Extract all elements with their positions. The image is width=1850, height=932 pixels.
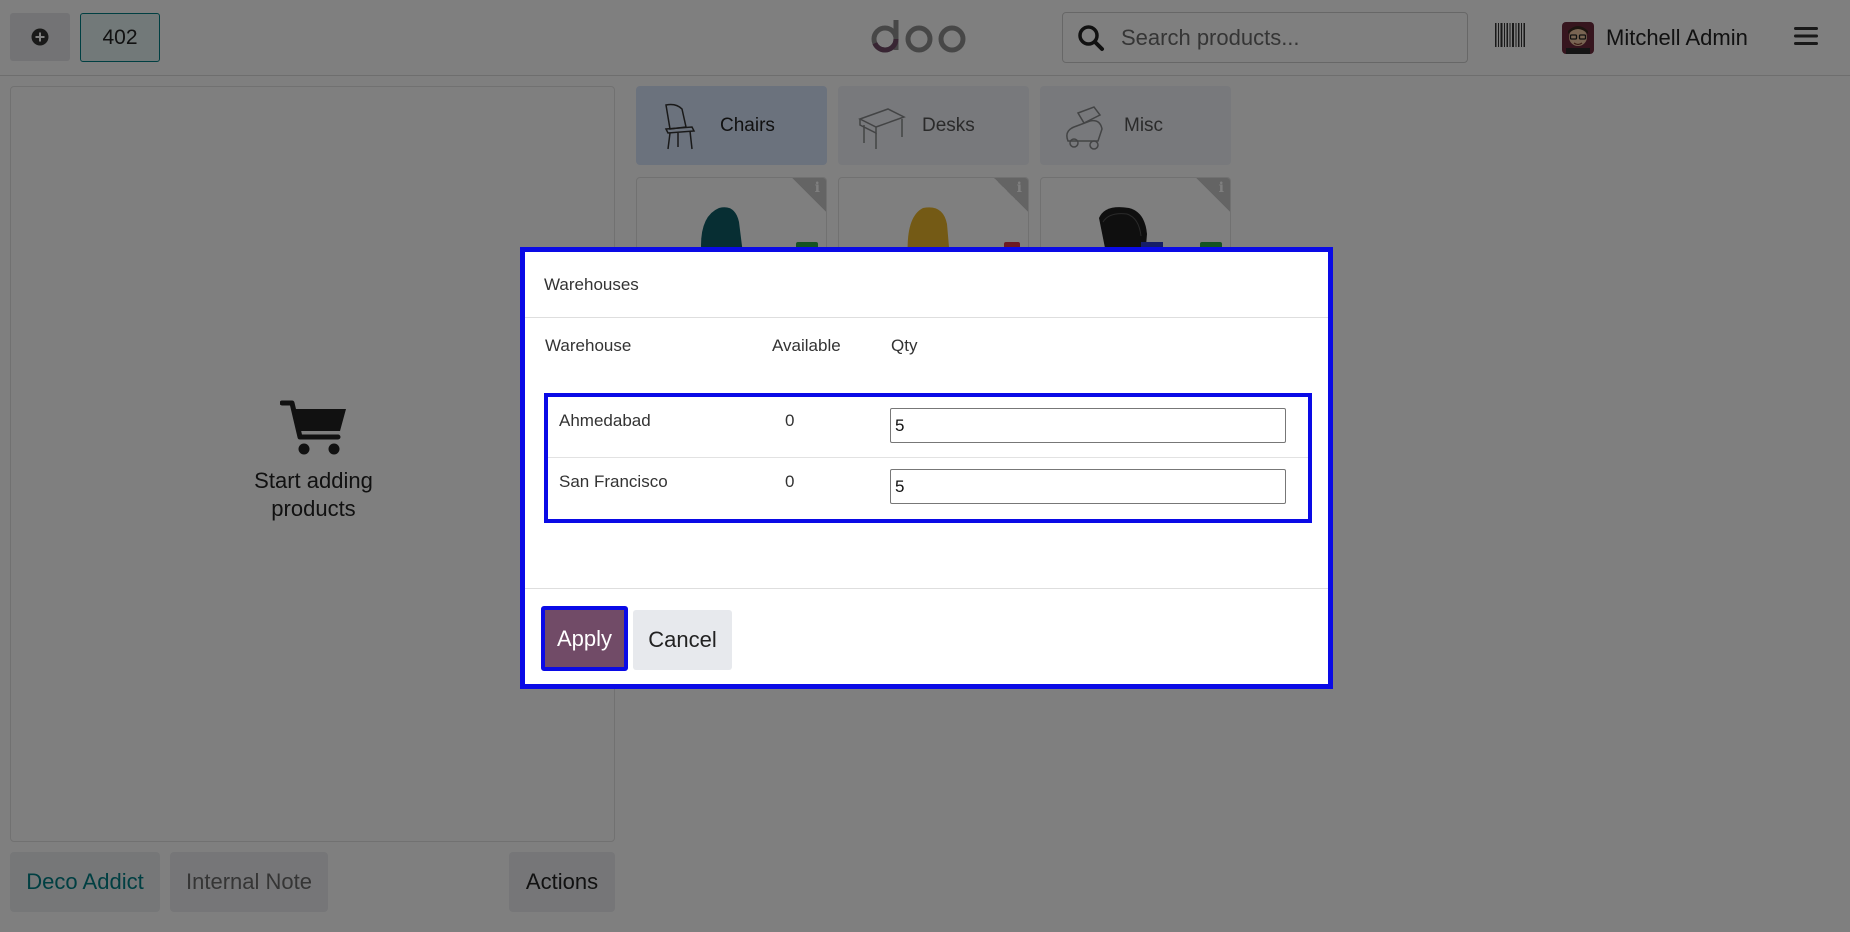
warehouse-name: Ahmedabad [559, 411, 651, 430]
warehouse-rows: Ahmedabad 0 San Francisco 0 [544, 393, 1312, 523]
table-row: Ahmedabad 0 [548, 397, 1308, 458]
qty-input-ahmedabad[interactable] [890, 408, 1286, 443]
warehouses-dialog: Warehouses Warehouse Available Qty Ahmed… [520, 247, 1333, 689]
cancel-button[interactable]: Cancel [633, 610, 732, 670]
dialog-title: Warehouses [544, 274, 639, 294]
qty-input-san-francisco[interactable] [890, 469, 1286, 504]
warehouse-name: San Francisco [559, 472, 668, 491]
dialog-header: Warehouses [525, 252, 1328, 318]
column-header-available: Available [772, 336, 841, 355]
column-header-warehouse: Warehouse [545, 336, 632, 355]
table-row: San Francisco 0 [548, 458, 1308, 519]
available-value: 0 [785, 411, 795, 430]
apply-button[interactable]: Apply [541, 606, 628, 671]
dialog-footer: Apply Cancel [525, 588, 1328, 684]
column-header-qty: Qty [891, 336, 918, 355]
available-value: 0 [785, 472, 795, 491]
